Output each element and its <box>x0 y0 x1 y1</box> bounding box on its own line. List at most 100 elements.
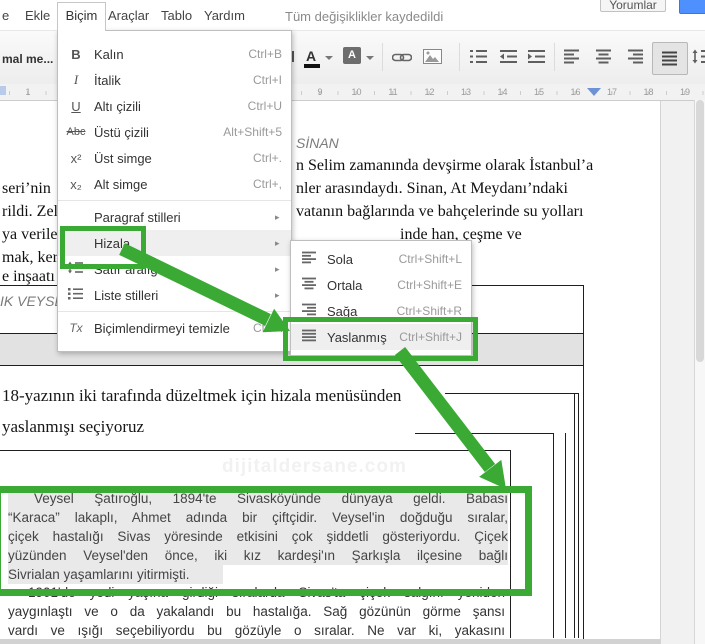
toolbar-separator <box>459 43 460 71</box>
submenu-arrow-icon <box>275 212 291 223</box>
highlight-dropdown-icon[interactable] <box>366 56 374 60</box>
submenu-item-saga[interactable]: Sağa Ctrl+Shift+R <box>291 298 471 324</box>
menu-item-ust-simge[interactable]: x² Üst simge Ctrl+. <box>58 145 291 171</box>
line-spacing-icon <box>58 261 94 277</box>
align-left-icon[interactable] <box>564 49 580 64</box>
tutorial-text-line[interactable]: yaslanmışı seçiyoruz <box>2 417 144 437</box>
menu-item-shortcut: Ctrl+I <box>252 73 282 87</box>
ruler-number: 13 <box>460 87 471 97</box>
text-color-icon[interactable]: A <box>306 48 316 64</box>
menu-item-ekle[interactable]: Ekle <box>25 8 50 23</box>
doc-text-fragment[interactable]: rildi. Zel <box>2 203 58 221</box>
doc-text-line[interactable]: nler arasındaydı. Sinan, At Meydanı’ndak… <box>296 180 568 198</box>
insert-link-icon[interactable] <box>392 50 412 65</box>
submenu-arrow-icon <box>275 290 291 301</box>
ruler-number: 12 <box>424 87 435 97</box>
menu-item-label: Üstü çizili <box>94 124 149 140</box>
menu-divider <box>58 200 291 201</box>
numbered-list-icon[interactable] <box>470 49 488 64</box>
menu-item-araclar[interactable]: Araçlar <box>108 8 149 23</box>
align-right-icon <box>291 303 327 319</box>
doc-text-fragment[interactable]: mak, ker <box>2 249 58 267</box>
underline-icon: U <box>71 98 81 114</box>
highlighted-paragraph-line[interactable]: Veysel Şatıroğlu, 1894'te Sivasköyünde d… <box>8 489 508 508</box>
menu-item-cut-fragment[interactable]: e <box>2 8 9 23</box>
doc-text-line[interactable]: n Selim zamanında devşirme olarak İstanb… <box>296 157 593 175</box>
menu-item-tablo[interactable]: Tablo <box>161 8 192 23</box>
text-color-bar <box>304 64 320 68</box>
doc-text-fragment[interactable]: e inşaatı <box>2 268 55 286</box>
highlighted-paragraph-line[interactable]: çiçek hastalığı Sivas yöresinde etkisini… <box>8 527 508 546</box>
doc-text-fragment[interactable]: seri’nin <box>2 180 51 198</box>
frame-border <box>415 433 553 434</box>
superscript-icon: x² <box>70 150 82 166</box>
menu-item-shortcut: Alt+Shift+5 <box>223 125 282 139</box>
comments-button[interactable]: Yorumlar <box>600 0 666 12</box>
submenu-item-ortala[interactable]: Ortala Ctrl+Shift+E <box>291 272 471 298</box>
paragraph-line[interactable]: yaygınlaştı ve o da yakalandı bu hastalı… <box>8 602 505 621</box>
paragraph-style-dropdown[interactable]: mal me... <box>2 52 53 66</box>
justify-icon <box>291 329 327 345</box>
submenu-item-sola[interactable]: Sola Ctrl+Shift+L <box>291 246 471 272</box>
align-center-icon[interactable] <box>596 49 612 64</box>
highlighted-paragraph-line[interactable]: yüzünden Veysel'den önce, iki kız kardeş… <box>8 546 508 565</box>
ruler-number: 10 <box>351 87 362 97</box>
menu-item-satir-araligi[interactable]: Satır aralığı <box>58 256 291 282</box>
menu-item-shortcut: Ctrl+Shift+L <box>398 252 462 266</box>
insert-image-icon[interactable] <box>423 49 442 64</box>
align-right-icon[interactable] <box>628 49 644 64</box>
frame-border <box>553 433 554 638</box>
line-spacing-icon[interactable] <box>692 49 705 64</box>
google-docs-window: e Ekle Araçlar Tablo Yardım Tüm değişikl… <box>0 0 705 644</box>
highlight-color-icon[interactable]: A <box>343 47 361 64</box>
menu-item-shortcut: Ctrl+U <box>247 99 282 113</box>
increase-indent-icon[interactable] <box>528 49 546 64</box>
doc-text-fragment[interactable]: ya verile <box>2 226 58 244</box>
menu-item-label: İtalik <box>94 72 121 88</box>
submenu-item-yaslanmis[interactable]: Yaslanmış Ctrl+Shift+J <box>291 324 471 350</box>
menu-item-shortcut: Ctrl+. <box>252 151 282 165</box>
ruler-number: 19 <box>679 87 690 97</box>
menu-item-label: Hizala <box>94 235 131 251</box>
menu-item-alti-cizili[interactable]: U Altı çizili Ctrl+U <box>58 93 291 119</box>
strikethrough-icon: Abc <box>66 126 86 138</box>
ruler-left-margin-marker[interactable] <box>0 86 6 95</box>
menu-item-alt-simge[interactable]: x₂ Alt simge Ctrl+, <box>58 171 291 197</box>
ruler-indent-marker[interactable] <box>587 88 601 96</box>
menu-item-bicimlendirmeyi-temizle[interactable]: Tx Biçimlendirmeyi temizle Ctrl+\ <box>58 315 291 341</box>
paragraph-line[interactable]: 1901'de yedi yaşına girdiği sıralarda Si… <box>8 583 505 602</box>
frame-border <box>0 450 510 451</box>
menu-item-italik[interactable]: I İtalik Ctrl+I <box>58 67 291 93</box>
decrease-indent-icon[interactable] <box>500 49 518 64</box>
menu-item-hizala[interactable]: Hizala <box>58 230 291 256</box>
menu-item-yardim[interactable]: Yardım <box>204 8 245 23</box>
menu-item-bicim-active[interactable]: Biçim <box>57 2 106 31</box>
submenu-arrow-icon <box>275 238 291 249</box>
menu-item-paragraf-stilleri[interactable]: Paragraf stilleri <box>58 204 291 230</box>
menu-item-ustu-cizili[interactable]: Abc Üstü çizili Alt+Shift+5 <box>58 119 291 145</box>
menu-item-label: Ortala <box>327 277 363 293</box>
paragraph-line[interactable]: vardı ve ışığı seçebiliyordu bu gözüyle … <box>8 621 505 640</box>
menu-item-shortcut: Ctrl+Shift+E <box>397 278 462 292</box>
doc-text-line[interactable]: vatanın bağlarında ve bahçelerinde su yo… <box>296 203 583 221</box>
frame-border <box>445 393 578 394</box>
ruler-number: 15 <box>533 87 544 97</box>
highlighted-paragraph-line[interactable]: Sivrialan yaşamlarını yitirmişti. <box>8 565 223 584</box>
format-menu-panel: B Kalın Ctrl+B I İtalik Ctrl+I U Altı çi… <box>57 30 292 352</box>
share-button[interactable] <box>679 0 705 14</box>
highlighted-paragraph-line[interactable]: “Karaca” lakaplı, Ahmet adında bir çiftç… <box>8 508 508 527</box>
frame-border <box>510 450 511 638</box>
frame-border <box>574 393 575 638</box>
menu-item-label: Biçimlendirmeyi temizle <box>94 320 230 336</box>
text-color-dropdown-icon[interactable] <box>325 56 333 60</box>
vertical-scrollbar[interactable] <box>694 100 705 644</box>
menu-item-kalin[interactable]: B Kalın Ctrl+B <box>58 41 291 67</box>
save-status-text: Tüm değişiklikler kaydedildi <box>285 9 444 24</box>
menu-item-liste-stilleri[interactable]: Liste stilleri <box>58 282 291 308</box>
justify-button-selected[interactable] <box>652 42 688 75</box>
scrollbar-thumb[interactable] <box>696 100 704 362</box>
clear-formatting-icon: Tx <box>69 321 83 335</box>
ruler-number: 17 <box>606 87 617 97</box>
doc-heading-sinan[interactable]: SİNAN <box>296 135 339 151</box>
tutorial-text-line[interactable]: 18-yazının iki tarafında düzeltmek için … <box>2 386 401 406</box>
